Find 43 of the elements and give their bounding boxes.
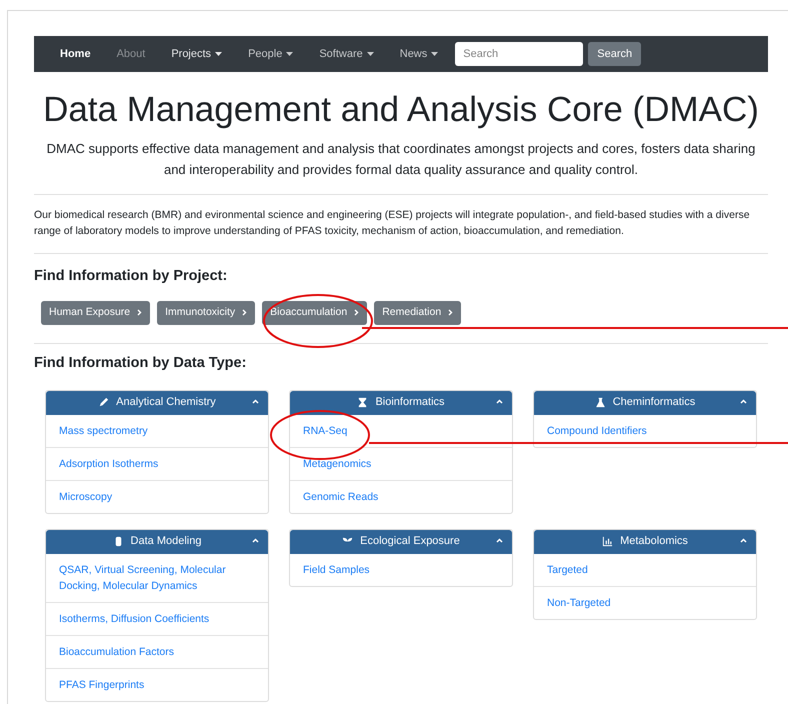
card-title: Bioinformatics xyxy=(375,395,445,410)
nav-link[interactable]: About xyxy=(116,46,146,62)
project-button[interactable]: Remediation xyxy=(374,300,462,325)
nav-link[interactable]: Software xyxy=(319,46,374,62)
intro-paragraph: Our biomedical research (BMR) and evironmental science and engineering (ESE) projects will integrate population-, and field-based studies with a diverse range of laboratory models to improve understanding of PFAS toxicity, mechanism of action, bioaccumulation, and remediation. xyxy=(34,208,751,239)
section-heading: Find Information by Project: xyxy=(34,267,228,286)
card-link[interactable]: QSAR, Virtual Screening, Molecular Docking, Molecular Dynamics xyxy=(46,554,268,602)
card-link[interactable]: Field Samples xyxy=(290,554,512,586)
card-link[interactable]: Targeted xyxy=(534,554,756,586)
card-link[interactable]: Compound Identifiers xyxy=(534,414,756,446)
card-link[interactable]: Mass spectrometry xyxy=(46,414,268,446)
card-title: Metabolomics xyxy=(620,534,688,550)
card-link[interactable]: Bioaccumulation Factors xyxy=(46,634,268,668)
card-link[interactable]: Genomic Reads xyxy=(290,480,512,512)
card-link[interactable]: PFAS Fingerprints xyxy=(46,668,268,700)
card-title: Analytical Chemistry xyxy=(116,395,216,410)
card-title: Ecological Exposure xyxy=(360,534,460,550)
project-button[interactable]: Immunotoxicity xyxy=(157,300,256,325)
nav-link[interactable]: News xyxy=(400,46,438,62)
card-link[interactable]: Isotherms, Diffusion Coefficients xyxy=(46,602,268,634)
card-link[interactable]: Microscopy xyxy=(46,480,268,512)
card-header[interactable]: Metabolomics xyxy=(534,530,756,554)
page-title: Data Management and Analysis Core (DMAC) xyxy=(42,89,760,131)
nav-link[interactable]: Home xyxy=(60,46,91,62)
card-header[interactable]: Bioinformatics xyxy=(290,390,512,414)
card-header[interactable]: Data Modeling xyxy=(46,530,268,554)
card-title: Cheminformatics xyxy=(612,395,696,410)
card-title: Data Modeling xyxy=(130,534,202,550)
page-subtitle: DMAC supports effective data management and analysis that coordinates amongst projects and cores, fosters data sharing and interoperability and provides formal data quality assurance and quality control. xyxy=(46,140,756,179)
card-header[interactable]: Cheminformatics xyxy=(534,390,756,414)
card-header[interactable]: Analytical Chemistry xyxy=(46,390,268,414)
search-field[interactable]: Search xyxy=(455,42,584,66)
section-heading: Find Information by Data Type: xyxy=(34,354,248,373)
card-header[interactable]: Ecological Exposure xyxy=(290,530,512,554)
card-link[interactable]: Metagenomics xyxy=(290,446,512,480)
card-link[interactable]: RNA-Seq xyxy=(290,414,512,446)
card-link[interactable]: Non-Targeted xyxy=(534,586,756,618)
nav-link[interactable]: Projects xyxy=(171,46,222,62)
project-button[interactable]: Bioaccumulation xyxy=(262,300,368,325)
card-link[interactable]: Adsorption Isotherms xyxy=(46,446,268,480)
project-button[interactable]: Human Exposure xyxy=(41,300,150,325)
nav-link[interactable]: People xyxy=(248,46,294,62)
search-button[interactable]: Search xyxy=(588,42,642,66)
